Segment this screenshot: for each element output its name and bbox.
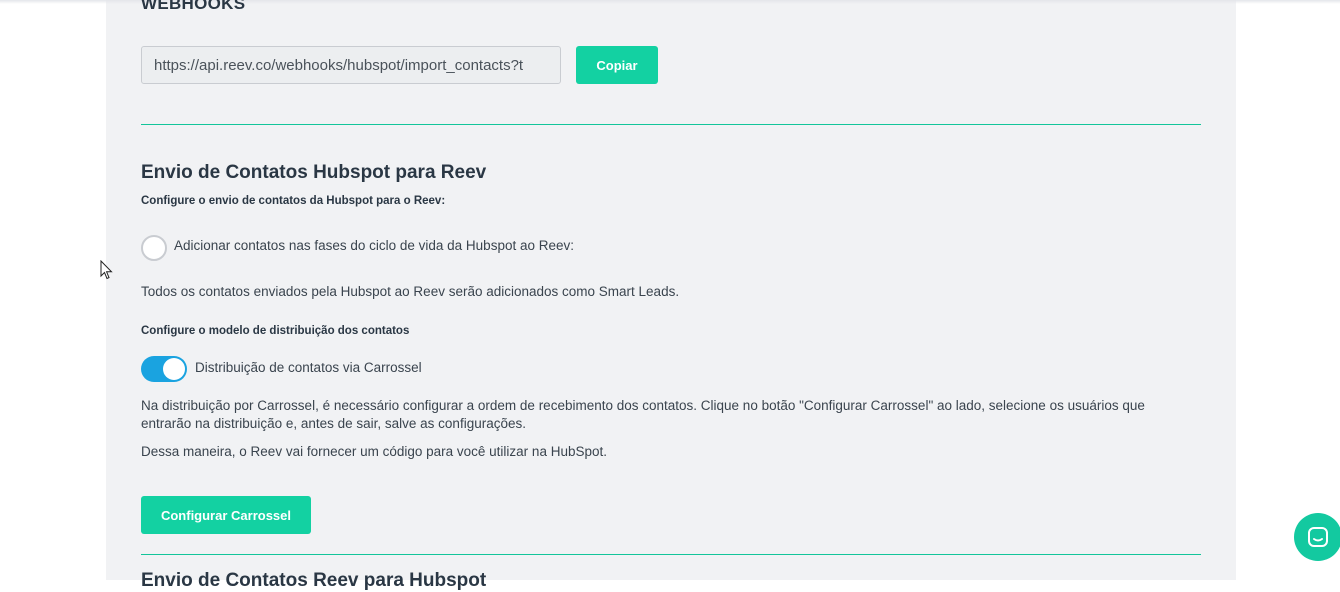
carousel-description-line2: entrarão na distribuição e, antes de sai…	[141, 416, 526, 431]
chat-bubble-button[interactable]	[1294, 513, 1340, 561]
section-divider-2	[141, 554, 1201, 555]
carousel-description-line1: Na distribuição por Carrossel, é necessá…	[141, 398, 1145, 413]
distribution-model-label: Configure o modelo de distribuição dos c…	[141, 325, 410, 337]
toggle-knob	[163, 358, 185, 380]
webhook-url-field[interactable]: https://api.reev.co/webhooks/hubspot/imp…	[141, 46, 561, 84]
carousel-toggle[interactable]	[141, 356, 187, 382]
section-divider	[141, 124, 1201, 125]
mouse-pointer-icon	[100, 260, 113, 280]
copy-button[interactable]: Copiar	[576, 46, 658, 84]
webhooks-title: WEBHOOKS	[141, 0, 246, 13]
chat-bubble-icon	[1308, 527, 1328, 547]
lifecycle-radio[interactable]	[141, 235, 167, 261]
reev-to-hubspot-title: Envio de Contatos Reev para Hubspot	[141, 570, 487, 591]
carousel-toggle-label[interactable]: Distribuição de contatos via Carrossel	[195, 360, 422, 375]
configure-carousel-button[interactable]: Configurar Carrossel	[141, 496, 311, 534]
smart-leads-text: Todos os contatos enviados pela Hubspot …	[141, 284, 680, 299]
hubspot-to-reev-title: Envio de Contatos Hubspot para Reev	[141, 162, 487, 183]
hubspot-code-text: Dessa maneira, o Reev vai fornecer um có…	[141, 444, 607, 459]
lifecycle-radio-label[interactable]: Adicionar contatos nas fases do ciclo de…	[174, 238, 574, 253]
configure-send-label: Configure o envio de contatos da Hubspot…	[141, 195, 446, 207]
